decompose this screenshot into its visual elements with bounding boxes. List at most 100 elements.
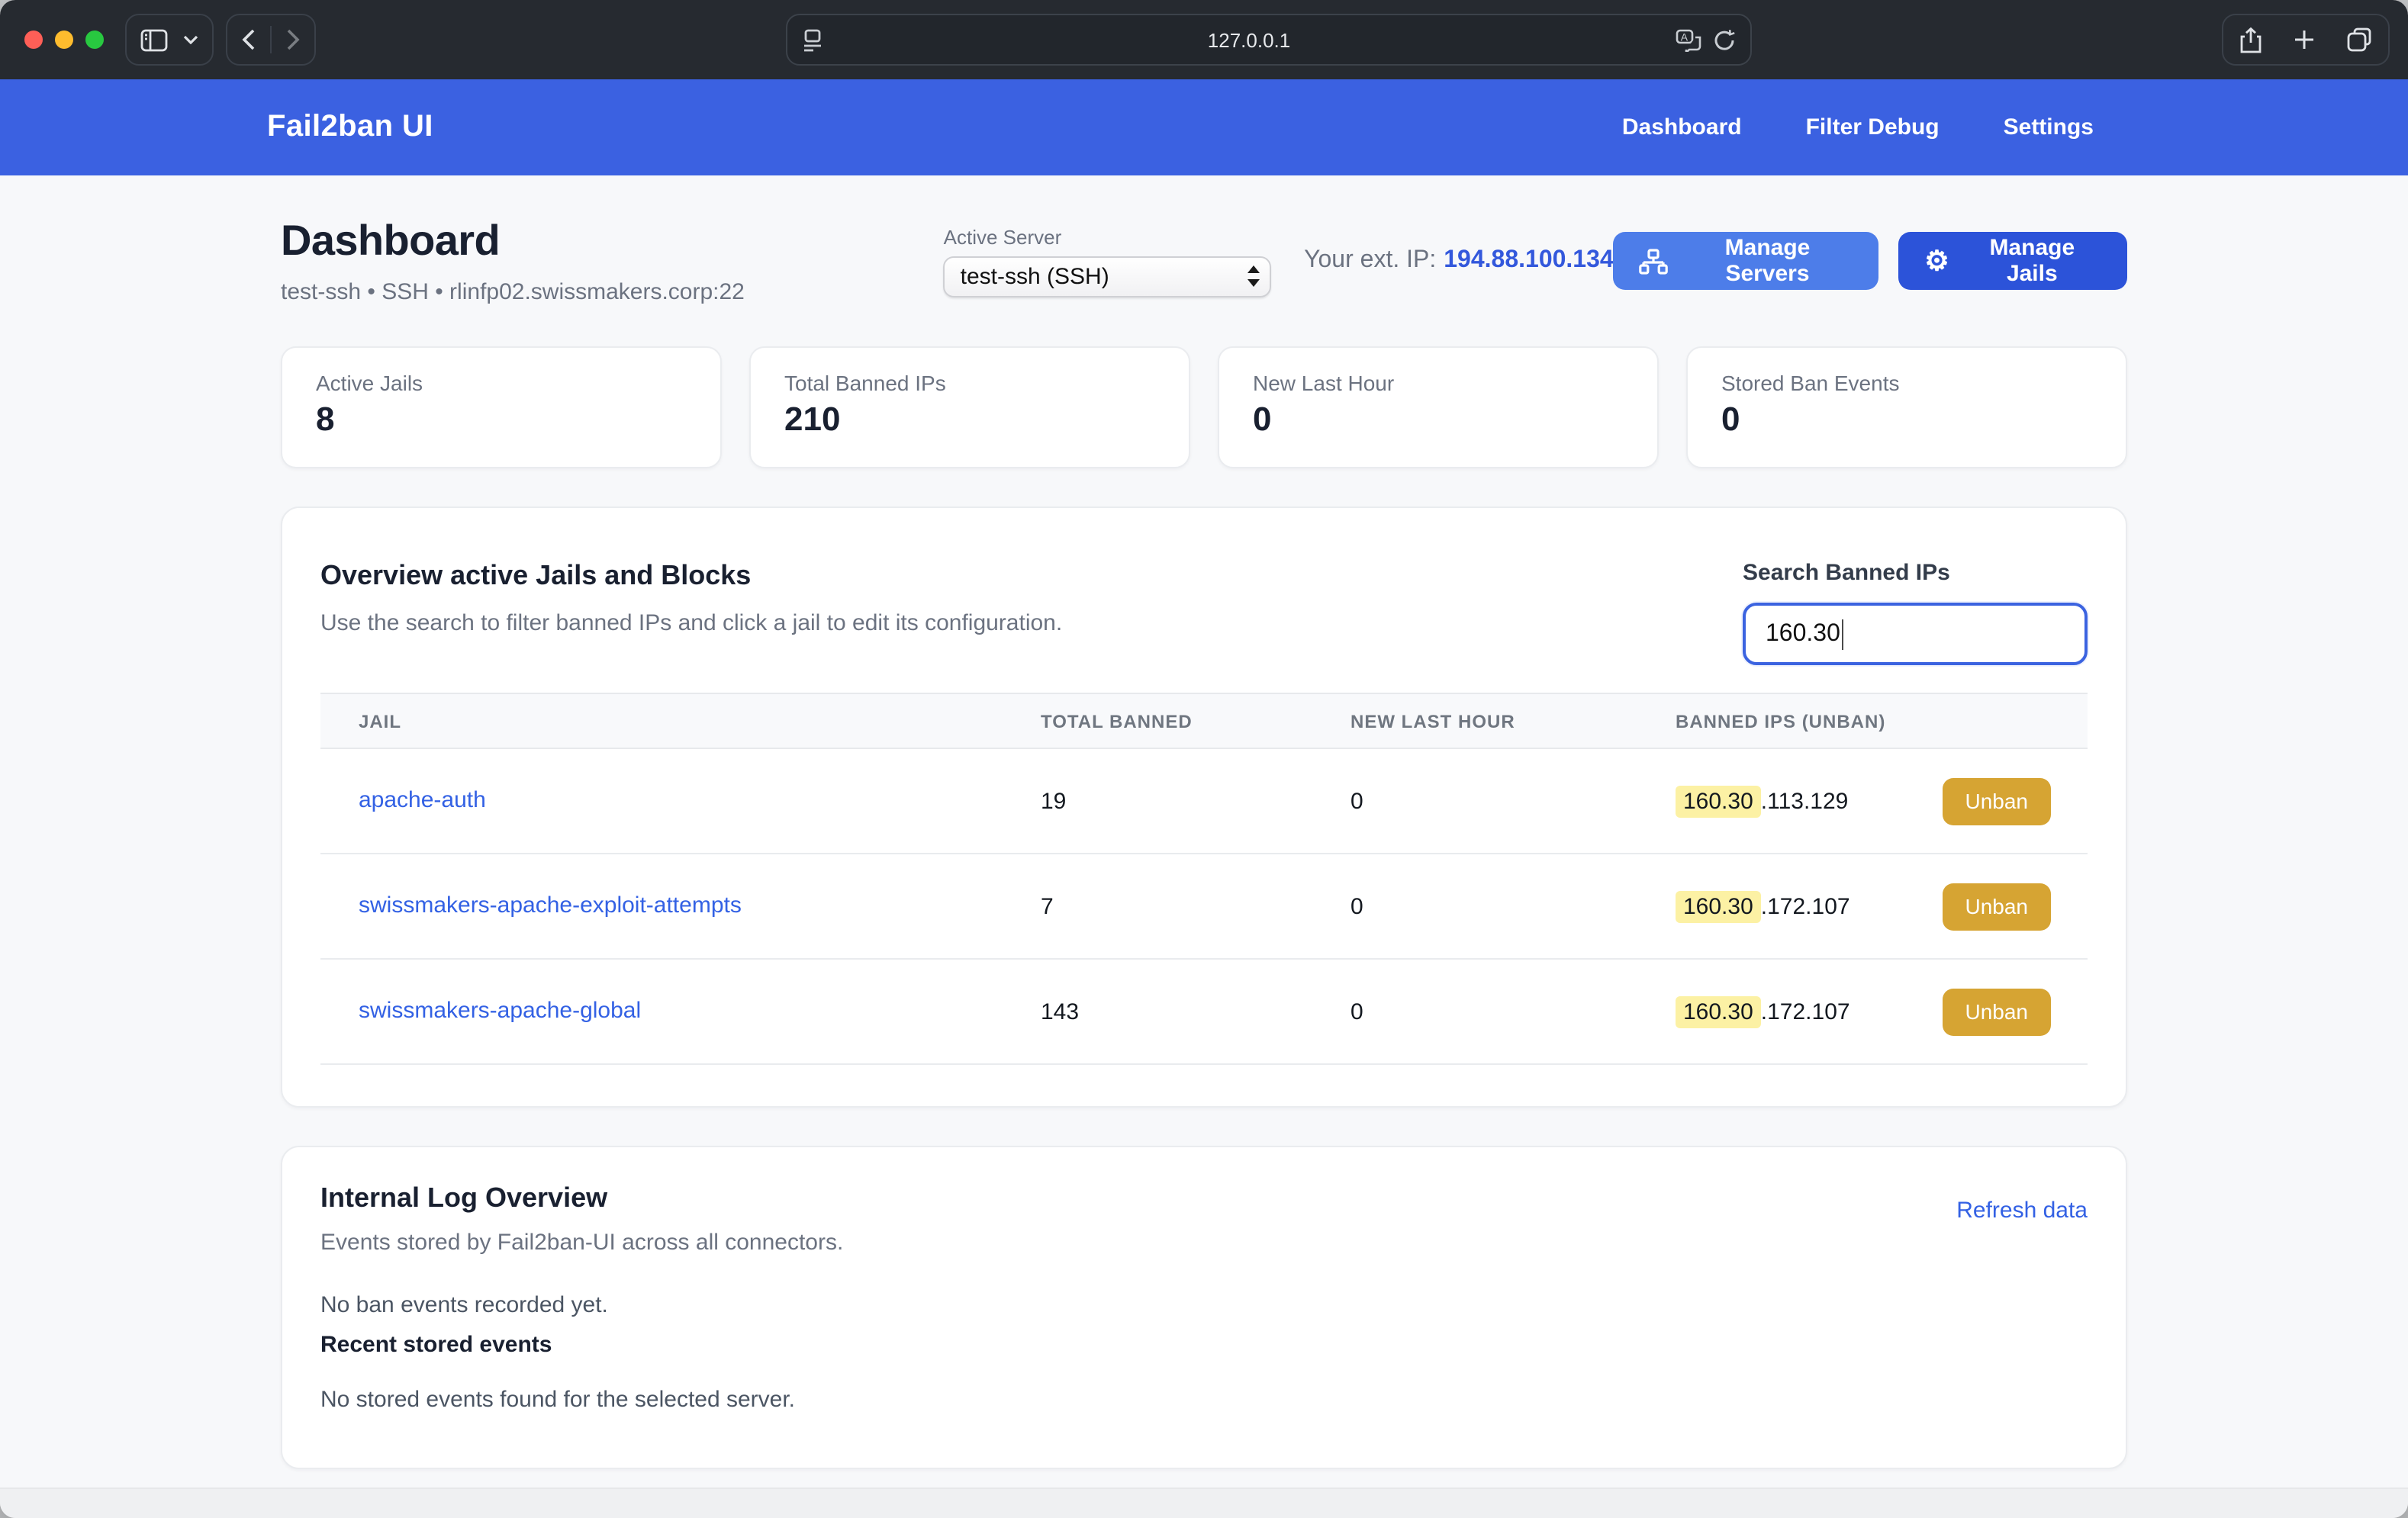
share-icon[interactable] xyxy=(2239,27,2261,53)
banned-ip: 160.30.172.107 xyxy=(1676,893,1850,919)
no-ban-events-text: No ban events recorded yet. xyxy=(320,1292,2088,1318)
ip-match-highlight: 160.30 xyxy=(1676,785,1761,817)
banned-ip-cell: 160.30.172.107 Unban xyxy=(1637,883,2088,930)
ip-match-highlight: 160.30 xyxy=(1676,995,1761,1028)
page-subtitle: test-ssh • SSH • rlinfp02.swissmakers.co… xyxy=(281,279,944,305)
new-last-hour-value: 0 xyxy=(1312,999,1637,1024)
search-label: Search Banned IPs xyxy=(1743,560,2088,586)
log-subtitle: Events stored by Fail2ban-UI across all … xyxy=(320,1230,843,1256)
url-text: 127.0.0.1 xyxy=(823,28,1676,51)
manage-servers-button[interactable]: Manage Servers xyxy=(1614,232,1879,290)
col-header-banned-ips: BANNED IPS (UNBAN) xyxy=(1637,710,2088,732)
stat-card-active-jails: Active Jails 8 xyxy=(281,346,722,468)
manage-servers-label: Manage Servers xyxy=(1682,235,1853,287)
toolbar-right-cluster xyxy=(2222,14,2390,66)
app-brand[interactable]: Fail2ban UI xyxy=(267,110,433,145)
active-server-select[interactable]: test-ssh (SSH) xyxy=(944,256,1270,297)
zoom-window-button[interactable] xyxy=(85,31,104,49)
manage-jails-button[interactable]: ⚙ Manage Jails xyxy=(1898,232,2127,290)
external-ip-value[interactable]: 194.88.100.134 xyxy=(1444,247,1613,273)
active-server-block: Active Server test-ssh (SSH) xyxy=(944,225,1270,297)
banned-ip-cell: 160.30.113.129 Unban xyxy=(1637,777,2088,825)
ip-rest: .172.107 xyxy=(1761,999,1850,1024)
total-banned-value: 143 xyxy=(1003,999,1312,1024)
stat-label: Active Jails xyxy=(316,371,687,395)
minimize-window-button[interactable] xyxy=(55,31,73,49)
total-banned-value: 19 xyxy=(1003,788,1312,814)
overview-subtitle: Use the search to filter banned IPs and … xyxy=(320,610,1062,636)
new-last-hour-value: 0 xyxy=(1312,893,1637,919)
overview-card: Overview active Jails and Blocks Use the… xyxy=(281,507,2127,1108)
active-server-value: test-ssh (SSH) xyxy=(961,263,1246,289)
jail-link[interactable]: swissmakers-apache-exploit-attempts xyxy=(359,892,742,918)
reload-icon[interactable] xyxy=(1714,28,1735,51)
stat-label: Total Banned IPs xyxy=(784,371,1155,395)
back-button[interactable] xyxy=(241,29,255,50)
jail-link[interactable]: apache-auth xyxy=(359,787,486,813)
browser-window: 127.0.0.1 A xyxy=(0,0,2408,1518)
table-row: apache-auth 19 0 160.30.113.129 Unban xyxy=(320,749,2088,854)
unban-button[interactable]: Unban xyxy=(1942,777,2051,825)
select-stepper-icon xyxy=(1246,265,1260,287)
text-caret xyxy=(1842,619,1844,649)
active-server-label: Active Server xyxy=(944,225,1270,248)
stage: 127.0.0.1 A xyxy=(0,0,2408,1518)
external-ip: Your ext. IP: 194.88.100.134 xyxy=(1304,247,1614,275)
col-header-total-banned: TOTAL BANNED xyxy=(1003,710,1312,732)
title-block: Dashboard test-ssh • SSH • rlinfp02.swis… xyxy=(281,217,944,305)
table-header-row: JAIL TOTAL BANNED NEW LAST HOUR BANNED I… xyxy=(320,693,2088,749)
total-banned-value: 7 xyxy=(1003,893,1312,919)
log-header: Internal Log Overview Events stored by F… xyxy=(320,1182,2088,1256)
banned-ip: 160.30.172.107 xyxy=(1676,999,1850,1024)
ip-rest: .113.129 xyxy=(1761,788,1849,814)
overview-header: Overview active Jails and Blocks Use the… xyxy=(320,560,2088,665)
stat-value: 8 xyxy=(316,400,687,439)
browser-toolbar: 127.0.0.1 A xyxy=(0,0,2408,79)
unban-button[interactable]: Unban xyxy=(1942,883,2051,930)
search-block: Search Banned IPs 160.30 xyxy=(1743,560,2088,665)
jails-table: JAIL TOTAL BANNED NEW LAST HOUR BANNED I… xyxy=(320,693,2088,1065)
divider xyxy=(270,26,272,53)
jail-link[interactable]: swissmakers-apache-global xyxy=(359,998,641,1024)
refresh-data-link[interactable]: Refresh data xyxy=(1956,1198,2088,1256)
external-ip-label: Your ext. IP: xyxy=(1304,247,1436,273)
recent-events-title: Recent stored events xyxy=(320,1332,2088,1358)
chevron-down-icon[interactable] xyxy=(183,35,198,44)
table-row: swissmakers-apache-exploit-attempts 7 0 … xyxy=(320,854,2088,960)
nav-item-settings[interactable]: Settings xyxy=(2004,114,2094,140)
sidebar-icon[interactable] xyxy=(140,28,168,51)
log-title-block: Internal Log Overview Events stored by F… xyxy=(320,1182,843,1256)
nav-item-filter-debug[interactable]: Filter Debug xyxy=(1806,114,1940,140)
new-last-hour-value: 0 xyxy=(1312,788,1637,814)
svg-text:A: A xyxy=(1681,31,1688,43)
banned-ip: 160.30.113.129 xyxy=(1676,788,1848,814)
search-value: 160.30 xyxy=(1766,620,1840,648)
stat-label: New Last Hour xyxy=(1253,371,1624,395)
gear-icon: ⚙ xyxy=(1924,247,1949,275)
stat-card-total-banned: Total Banned IPs 210 xyxy=(749,346,1190,468)
table-row: swissmakers-apache-global 143 0 160.30.1… xyxy=(320,960,2088,1065)
stat-value: 210 xyxy=(784,400,1155,439)
traffic-lights xyxy=(24,31,104,49)
overview-title-block: Overview active Jails and Blocks Use the… xyxy=(320,560,1062,665)
search-input[interactable]: 160.30 xyxy=(1743,603,2088,665)
address-bar[interactable]: 127.0.0.1 A xyxy=(786,14,1752,66)
close-window-button[interactable] xyxy=(24,31,43,49)
unban-button[interactable]: Unban xyxy=(1942,988,2051,1035)
forward-button[interactable] xyxy=(287,29,301,50)
ip-match-highlight: 160.30 xyxy=(1676,890,1761,922)
log-title: Internal Log Overview xyxy=(320,1182,843,1214)
translate-icon[interactable]: A xyxy=(1676,28,1701,51)
stat-label: Stored Ban Events xyxy=(1721,371,2092,395)
internal-log-card: Internal Log Overview Events stored by F… xyxy=(281,1146,2127,1469)
new-tab-icon[interactable] xyxy=(2294,29,2315,50)
header-buttons: Manage Servers ⚙ Manage Jails xyxy=(1614,232,2127,290)
nav-item-dashboard[interactable]: Dashboard xyxy=(1622,114,1742,140)
stat-card-stored-events: Stored Ban Events 0 xyxy=(1686,346,2127,468)
no-stored-events-text: No stored events found for the selected … xyxy=(320,1387,2088,1413)
tab-overview-icon[interactable] xyxy=(2348,27,2372,52)
col-header-jail: JAIL xyxy=(320,710,1003,732)
stat-cards: Active Jails 8 Total Banned IPs 210 New … xyxy=(281,346,2127,468)
page-settings-icon[interactable] xyxy=(803,28,823,51)
col-header-new-last-hour: NEW LAST HOUR xyxy=(1312,710,1637,732)
